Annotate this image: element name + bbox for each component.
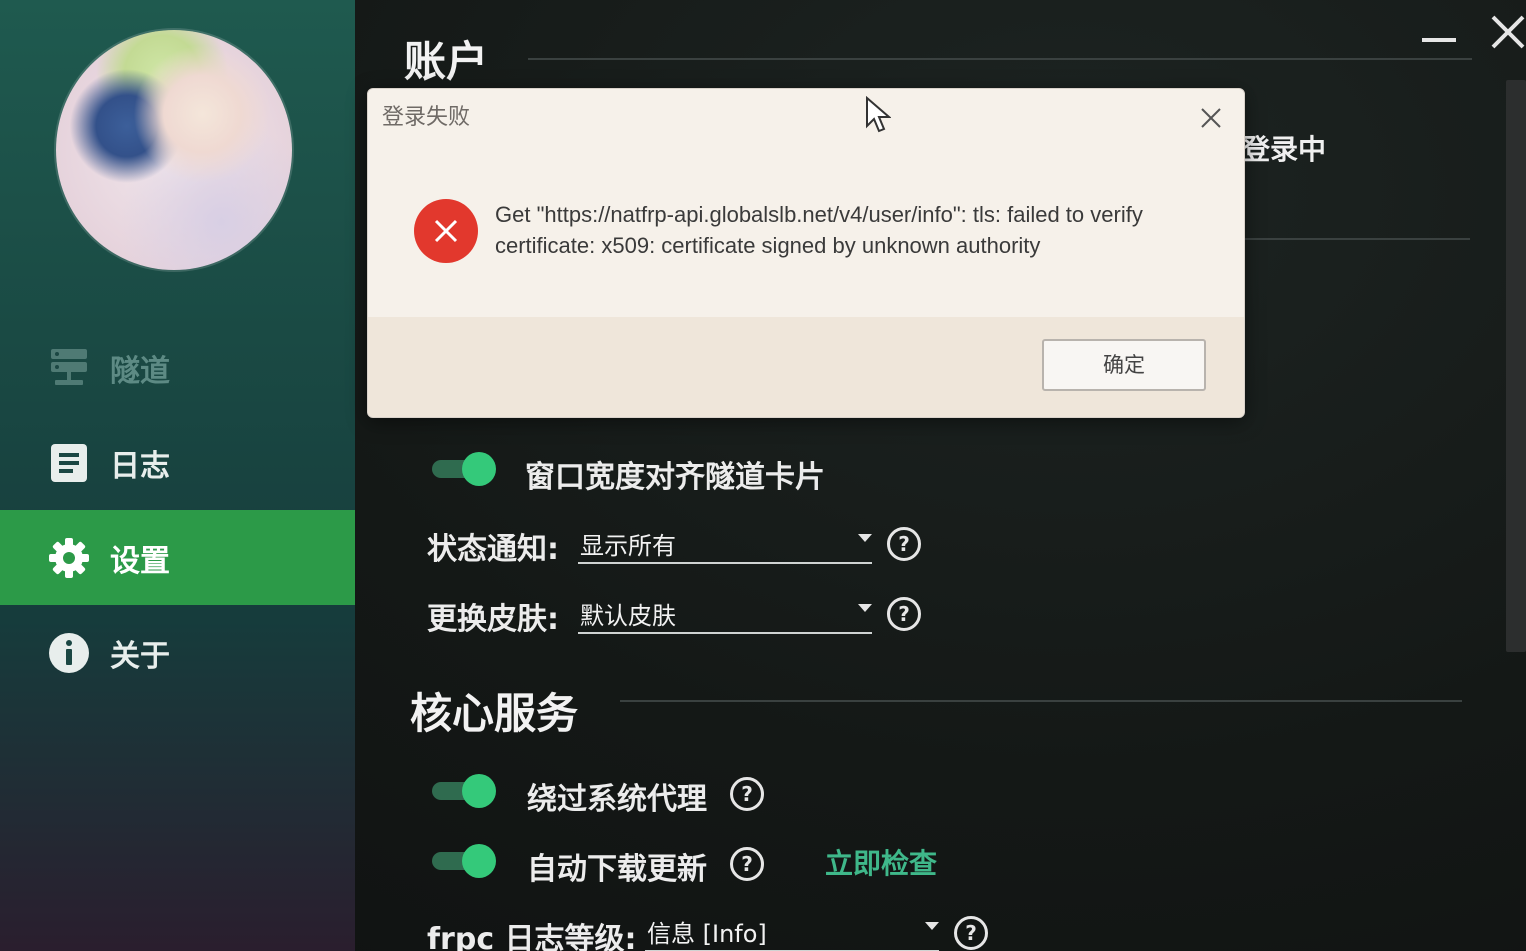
dialog-message: Get "https://natfrp-api.globalslb.net/v4…: [495, 202, 1143, 258]
chevron-down-icon: [925, 922, 939, 930]
align-width-toggle[interactable]: [432, 452, 496, 486]
ok-button[interactable]: 确定: [1042, 339, 1206, 391]
frpc-log-level-select[interactable]: 信息 [Info]: [645, 910, 939, 951]
toggle-knob: [462, 774, 496, 808]
toggle-knob: [462, 844, 496, 878]
bypass-proxy-toggle[interactable]: [432, 774, 496, 808]
section-divider: [528, 58, 1472, 60]
scrollbar[interactable]: [1506, 80, 1526, 652]
toggle-knob: [462, 452, 496, 486]
section-divider: [1244, 238, 1470, 240]
status-notify-select[interactable]: 显示所有: [578, 522, 872, 564]
error-icon: [414, 199, 478, 263]
sidebar-item-settings[interactable]: 设置: [0, 510, 355, 605]
sidebar: 隧道 日志 设置 关于: [0, 0, 355, 951]
dialog-close-button[interactable]: [1200, 107, 1222, 129]
help-icon[interactable]: ?: [730, 777, 764, 811]
login-status: 登录中: [1242, 133, 1327, 166]
sidebar-item-logs[interactable]: 日志: [0, 415, 355, 510]
minimize-button[interactable]: [1422, 38, 1456, 42]
sidebar-item-label: 设置: [110, 543, 170, 579]
document-icon: [48, 442, 90, 484]
dialog-title: 登录失败: [382, 105, 471, 130]
section-title-core: 核心服务: [410, 689, 579, 738]
section-title-account: 账户: [404, 37, 489, 86]
bypass-proxy-label: 绕过系统代理: [527, 782, 707, 817]
status-notify-label: 状态通知:: [427, 532, 559, 567]
sidebar-item-label: 日志: [110, 448, 170, 484]
close-icon: [1201, 108, 1221, 128]
auto-update-toggle[interactable]: [432, 844, 496, 878]
sidebar-item-about[interactable]: 关于: [0, 605, 355, 700]
help-icon[interactable]: ?: [887, 527, 921, 561]
sidebar-item-tunnels[interactable]: 隧道: [0, 320, 355, 415]
section-divider: [620, 700, 1462, 702]
app-window: 隧道 日志 设置 关于 账户 登录中 窗口宽度对齐隧道卡片 状态通知: 显示所有…: [0, 0, 1526, 951]
info-icon: [48, 632, 90, 674]
select-value: 显示所有: [580, 532, 676, 560]
sidebar-item-label: 关于: [110, 638, 170, 674]
close-window-button[interactable]: [1490, 14, 1526, 54]
skin-label: 更换皮肤:: [427, 602, 559, 637]
sidebar-item-label: 隧道: [110, 353, 170, 389]
help-icon[interactable]: ?: [954, 916, 988, 950]
close-icon: [1491, 15, 1525, 49]
help-icon[interactable]: ?: [730, 847, 764, 881]
chevron-down-icon: [858, 534, 872, 542]
gear-icon: [48, 537, 90, 579]
frpc-log-level-label: frpc 日志等级:: [427, 922, 637, 951]
chevron-down-icon: [858, 604, 872, 612]
select-value: 信息 [Info]: [647, 920, 767, 948]
select-value: 默认皮肤: [580, 602, 676, 630]
auto-update-label: 自动下载更新: [527, 852, 707, 887]
avatar[interactable]: [56, 30, 292, 270]
check-now-link[interactable]: 立即检查: [825, 842, 937, 882]
mouse-cursor-icon: [865, 95, 892, 134]
server-icon: [48, 347, 90, 389]
align-width-label: 窗口宽度对齐隧道卡片: [525, 460, 825, 495]
skin-select[interactable]: 默认皮肤: [578, 592, 872, 634]
login-failed-dialog: 登录失败 Get "https://natfrp-api.globalslb.n…: [367, 88, 1245, 418]
help-icon[interactable]: ?: [887, 597, 921, 631]
